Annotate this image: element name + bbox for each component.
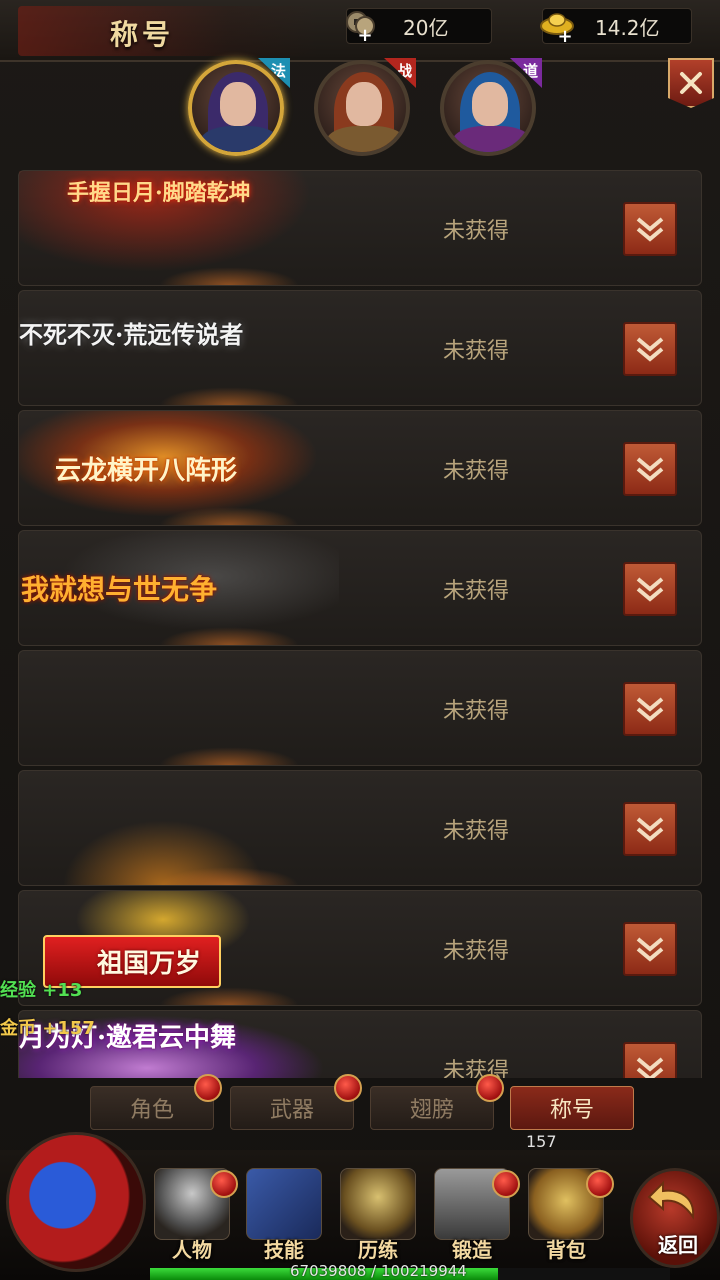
- svg-text:+: +: [357, 25, 372, 44]
- class-tab-warrior[interactable]: [314, 60, 410, 156]
- bottom-tab-bar: 角色 武器 翅膀 称号: [0, 1074, 720, 1138]
- portrait-armor: [326, 126, 406, 152]
- title-status: 未获得: [443, 699, 510, 724]
- ingot-value: 14.2亿: [595, 15, 660, 40]
- chevron-down-icon: [636, 817, 664, 842]
- title-row[interactable]: 手握日月·脚踏乾坤 未获得: [18, 170, 702, 286]
- title-status: 未获得: [443, 819, 510, 844]
- title-status: 未获得: [443, 219, 510, 244]
- expand-button[interactable]: [623, 802, 677, 856]
- back-label: 返回: [658, 1233, 698, 1257]
- chevron-down-icon: [636, 457, 664, 482]
- tab-title[interactable]: 称号: [510, 1086, 634, 1130]
- gold-ingot-icon[interactable]: +: [537, 6, 577, 46]
- title-row[interactable]: 不死不灭·荒远传说者 未获得: [18, 290, 702, 406]
- tab-wings[interactable]: 翅膀: [370, 1086, 494, 1130]
- row-glow: [159, 267, 299, 285]
- expand-button[interactable]: [623, 322, 677, 376]
- title-name: 祖国万岁: [97, 948, 202, 979]
- item-count: 157: [526, 1132, 557, 1151]
- skill-book-icon: [246, 1168, 322, 1240]
- tab-label: 角色: [129, 1098, 174, 1123]
- notification-dot-icon: [210, 1170, 238, 1198]
- close-button[interactable]: [668, 58, 714, 108]
- gold-gain-text: 金币 +157: [0, 1018, 95, 1039]
- notification-dot-icon: [334, 1074, 362, 1102]
- close-icon: [680, 72, 702, 94]
- title-name: 我就想与世无争: [21, 573, 218, 606]
- title-status: 未获得: [443, 579, 510, 604]
- notification-dot-icon: [476, 1074, 504, 1102]
- portrait-face: [346, 82, 382, 126]
- row-glow: [159, 987, 299, 1005]
- coin-icon[interactable]: +: [341, 6, 381, 46]
- portrait-armor: [200, 126, 280, 152]
- nav-label: 背包: [546, 1238, 586, 1262]
- exp-gain-text: 经验 +13: [0, 980, 83, 1001]
- svg-text:+: +: [557, 26, 572, 44]
- expand-button[interactable]: [623, 922, 677, 976]
- yin-yang-icon[interactable]: [6, 1132, 146, 1272]
- row-glow: [159, 387, 299, 405]
- row-glow: [159, 507, 299, 525]
- nav-forge-button[interactable]: 锻造: [430, 1168, 520, 1268]
- nav-label: 技能: [264, 1238, 304, 1262]
- row-glow: [159, 747, 299, 765]
- title-list[interactable]: 手握日月·脚踏乾坤 未获得 不死不灭·荒远传说者 未获得 云龙横开八阵形 未获得…: [18, 168, 702, 1078]
- page-title: 称号: [110, 18, 175, 51]
- chevron-down-icon: [636, 337, 664, 362]
- expand-button[interactable]: [623, 682, 677, 736]
- title-row[interactable]: 我就想与世无争 未获得: [18, 530, 702, 646]
- coin-display: + 20亿: [346, 8, 492, 44]
- back-button[interactable]: 返回: [630, 1168, 720, 1268]
- tab-label: 翅膀: [409, 1098, 454, 1123]
- notification-dot-icon: [586, 1170, 614, 1198]
- title-row[interactable]: 未获得: [18, 650, 702, 766]
- expand-button[interactable]: [623, 1042, 677, 1078]
- ingot-display: + 14.2亿: [540, 8, 692, 44]
- title-name: 不死不灭·荒远传说者: [19, 320, 244, 349]
- exp-text: 67039808 / 100219944: [290, 1262, 467, 1280]
- tab-label: 武器: [269, 1098, 314, 1123]
- nav-label: 历练: [358, 1238, 398, 1262]
- title-row[interactable]: 月为灯·邀君云中舞 未获得: [18, 1010, 702, 1078]
- title-row[interactable]: 未获得: [18, 770, 702, 886]
- portrait-face: [472, 82, 508, 126]
- armor-icon: [340, 1168, 416, 1240]
- class-tab-taoist[interactable]: [440, 60, 536, 156]
- portrait-armor: [452, 126, 532, 152]
- nav-character-button[interactable]: 人物: [150, 1168, 238, 1268]
- title-status: 未获得: [443, 1059, 510, 1078]
- class-tab-mage[interactable]: [188, 60, 284, 156]
- notification-dot-icon: [492, 1170, 520, 1198]
- title-status: 未获得: [443, 339, 510, 364]
- title-row[interactable]: 祖国万岁 未获得: [18, 890, 702, 1006]
- notification-dot-icon: [194, 1074, 222, 1102]
- nav-label: 锻造: [452, 1238, 492, 1262]
- return-arrow-icon: [647, 1180, 695, 1220]
- title-status: 未获得: [443, 459, 510, 484]
- nav-skill-button[interactable]: 技能: [242, 1168, 326, 1268]
- title-name: 手握日月·脚踏乾坤: [67, 180, 251, 206]
- tab-label: 称号: [549, 1098, 594, 1123]
- nav-bag-button[interactable]: 背包: [524, 1168, 614, 1268]
- row-glow: [159, 627, 299, 645]
- top-bar: 称号 + 20亿 + 14.2亿: [0, 0, 720, 62]
- chevron-down-icon: [636, 217, 664, 242]
- chevron-down-icon: [636, 1057, 664, 1078]
- expand-button[interactable]: [623, 442, 677, 496]
- row-glow: [159, 867, 299, 885]
- expand-button[interactable]: [623, 202, 677, 256]
- chevron-down-icon: [636, 937, 664, 962]
- coin-value: 20亿: [403, 15, 449, 40]
- expand-button[interactable]: [623, 562, 677, 616]
- title-row[interactable]: 云龙横开八阵形 未获得: [18, 410, 702, 526]
- chevron-down-icon: [636, 697, 664, 722]
- nav-training-button[interactable]: 历练: [336, 1168, 420, 1268]
- chevron-down-icon: [636, 577, 664, 602]
- title-name: 云龙横开八阵形: [55, 455, 238, 486]
- title-status: 未获得: [443, 939, 510, 964]
- portrait-face: [220, 82, 256, 126]
- nav-label: 人物: [172, 1238, 212, 1262]
